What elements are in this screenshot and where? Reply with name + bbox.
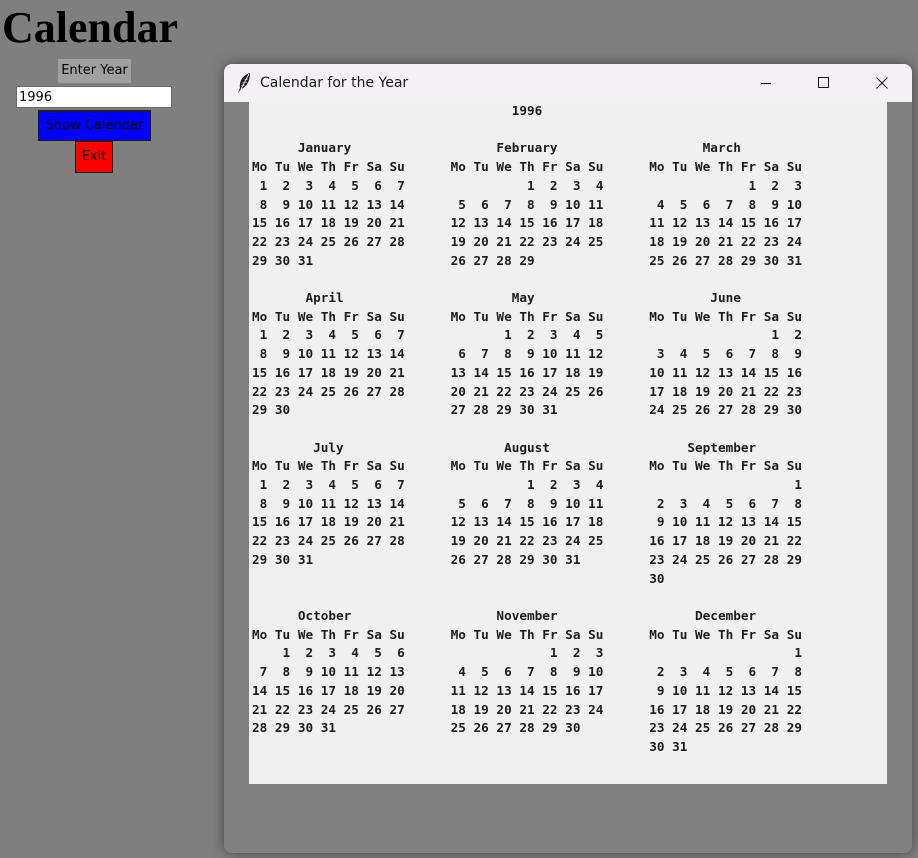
exit-button[interactable]: Exit [75,141,113,173]
close-icon [876,77,888,89]
close-button[interactable] [853,64,911,102]
maximize-button[interactable] [795,64,853,102]
calendar-text: 1996 January February March Mo Tu We Th … [249,102,887,784]
show-calendar-button[interactable]: Show Calendar [38,110,151,141]
maximize-icon [818,77,829,88]
minimize-button[interactable] [737,64,795,102]
window-titlebar[interactable]: Calendar for the Year [224,64,912,102]
window-title: Calendar for the Year [260,75,409,91]
app-title: Calendar [2,3,178,52]
minimize-icon [761,83,771,84]
calendar-window: Calendar for the Year 1996 January Febru… [224,64,912,853]
year-label: Enter Year [58,59,131,83]
year-input[interactable] [16,86,172,108]
feather-icon [236,72,252,94]
